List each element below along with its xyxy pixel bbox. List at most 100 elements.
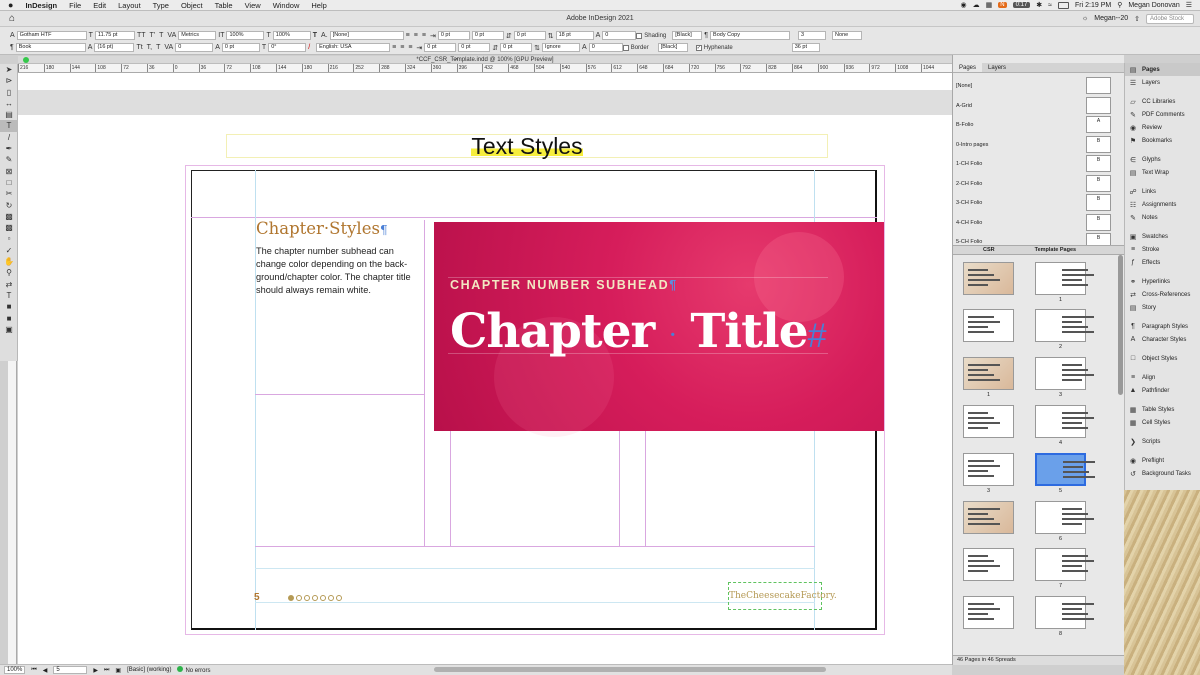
fill-stroke-swap-icon[interactable]: ⇄ — [0, 279, 18, 290]
rectangle-frame-tool-icon[interactable]: ⊠ — [0, 166, 18, 177]
panel-stroke[interactable]: ≡ Stroke — [1125, 243, 1200, 256]
panel-hyperlinks[interactable]: ⚭ Hyperlinks — [1125, 275, 1200, 288]
text-stroke-icon[interactable]: / — [306, 44, 312, 51]
tab-layers[interactable]: Layers — [982, 63, 1012, 72]
hyphenate-checkbox[interactable]: ✓ — [695, 44, 702, 51]
panel-scripts[interactable]: ❯ Scripts — [1125, 435, 1200, 448]
indent-left-field[interactable]: 0 pt — [437, 31, 470, 40]
bullets-field[interactable]: None — [832, 31, 863, 40]
panel-layers[interactable]: ☰ Layers — [1125, 76, 1200, 89]
csr-column-label[interactable]: CSR — [983, 246, 995, 254]
last-page-icon[interactable]: ⏭ — [104, 667, 109, 674]
rectangle-tool-icon[interactable]: □ — [0, 177, 18, 188]
lightbulb-icon[interactable]: ☼ — [1082, 15, 1088, 22]
baseline-field[interactable]: 0 pt — [221, 43, 260, 52]
panel-glyphs[interactable]: ∈ Glyphs — [1125, 153, 1200, 166]
master-page-item[interactable]: [None] — [953, 75, 1125, 94]
page-thumbnail[interactable] — [1035, 453, 1095, 486]
page-thumbnail[interactable] — [1035, 262, 1094, 295]
master-page-thumb[interactable]: B — [1086, 135, 1111, 153]
grid-icon[interactable]: ▦ — [986, 1, 993, 9]
justify-spine-icon[interactable]: ≡ — [406, 44, 414, 51]
menu-file[interactable]: File — [63, 0, 87, 11]
tab-pages[interactable]: Pages — [953, 63, 983, 72]
underline-icon[interactable]: T — [157, 32, 165, 39]
first-page-icon[interactable]: ⏮ — [31, 667, 36, 674]
panel-cell-styles[interactable]: ▦ Cell Styles — [1125, 416, 1200, 429]
panel-swatches[interactable]: ▣ Swatches — [1125, 230, 1200, 243]
align-center-icon[interactable]: ≡ — [412, 32, 420, 39]
menu-object[interactable]: Object — [175, 0, 209, 11]
panel-pdf-comments[interactable]: ✎ PDF Comments — [1125, 108, 1200, 121]
strikethrough-icon[interactable]: T — [154, 44, 162, 51]
prev-page-icon[interactable]: ◀ — [43, 667, 48, 674]
panel-cc-libraries[interactable]: ▱ CC Libraries — [1125, 95, 1200, 108]
char-formatting-icon[interactable]: A — [8, 32, 17, 39]
panel-assignments[interactable]: ☷ Assignments — [1125, 198, 1200, 211]
screen-mode-icon[interactable]: ▣ — [0, 324, 18, 335]
search-icon[interactable]: ⚲ — [1117, 1, 1122, 9]
bluetooth-icon[interactable]: ✱ — [1036, 1, 1042, 9]
chapter-styles-heading[interactable]: Chapter·Styles¶ — [256, 219, 388, 238]
free-transform-tool-icon[interactable]: ↻ — [0, 200, 18, 211]
panel-bookmarks[interactable]: ⚑ Bookmarks — [1125, 134, 1200, 147]
chapter-number-subhead[interactable]: CHAPTER NUMBER SUBHEAD¶ — [450, 278, 678, 292]
pen-tool-icon[interactable]: ✒ — [0, 143, 18, 154]
page-thumbnail[interactable] — [1035, 357, 1094, 390]
pages-scrollbar[interactable] — [1118, 255, 1123, 395]
master-page-item[interactable]: 1-CH Folio B — [953, 153, 1125, 172]
direct-selection-tool-icon[interactable]: ⊳ — [0, 75, 18, 86]
master-page-item[interactable]: B-Folio A — [953, 114, 1125, 133]
eyedropper-tool-icon[interactable]: ✓ — [0, 245, 18, 256]
space-after-field[interactable]: 0 pt — [500, 43, 533, 52]
page-thumbnail[interactable] — [1035, 596, 1094, 629]
text-styles-heading[interactable]: Text Styles — [226, 133, 828, 159]
preflight-status[interactable]: No errors — [177, 666, 210, 674]
panel-preflight[interactable]: ◉ Preflight — [1125, 454, 1200, 467]
page-thumbnail[interactable] — [963, 405, 1014, 438]
tracking-field[interactable]: 0 — [175, 43, 214, 52]
menu-layout[interactable]: Layout — [112, 0, 147, 11]
language-field[interactable]: English: USA — [316, 43, 391, 52]
window-close-dot[interactable] — [23, 57, 29, 63]
master-page-thumb[interactable]: B — [1086, 174, 1111, 192]
page-thumbnail[interactable] — [1035, 309, 1094, 342]
battery-icon[interactable] — [1058, 1, 1070, 9]
shading-checkbox[interactable] — [636, 32, 643, 39]
chapter-hero-image[interactable]: CHAPTER NUMBER SUBHEAD¶ Chapter · Title# — [434, 222, 884, 437]
justify-all-icon[interactable]: ≡ — [398, 44, 406, 51]
note-tool-icon[interactable]: ▫ — [0, 233, 18, 244]
line-tool-icon[interactable]: / — [0, 132, 18, 143]
page-thumbnail[interactable] — [963, 262, 1014, 295]
leading2-field[interactable]: 18 pt — [555, 31, 594, 40]
panel-notes[interactable]: ✎ Notes — [1125, 211, 1200, 224]
clock[interactable]: Fri 2:19 PM — [1075, 2, 1111, 9]
page-thumbnail[interactable] — [1035, 501, 1094, 534]
gradient-swatch-tool-icon[interactable]: ▩ — [0, 211, 18, 222]
small-caps-icon[interactable]: Tt — [134, 44, 144, 51]
gap-tool-icon[interactable]: ↔ — [0, 98, 18, 109]
char-style-field[interactable]: [None] — [329, 31, 404, 40]
panel-effects[interactable]: ƒ Effects — [1125, 256, 1200, 269]
pencil-tool-icon[interactable]: ✎ — [0, 154, 18, 165]
menu-edit[interactable]: Edit — [87, 0, 112, 11]
app-menu[interactable]: InDesign — [19, 0, 63, 11]
master-page-thumb[interactable] — [1086, 77, 1111, 94]
chapter-title[interactable]: Chapter · Title# — [450, 304, 827, 359]
indent-right-field[interactable]: 0 pt — [471, 31, 504, 40]
home-icon[interactable]: ⌂ — [0, 13, 24, 24]
next-page-icon[interactable]: ▶ — [93, 667, 98, 674]
hscale-field[interactable]: 100% — [272, 31, 311, 40]
vertical-ruler[interactable] — [8, 361, 17, 664]
subscript-icon[interactable]: T, — [145, 44, 154, 51]
panel-character-styles[interactable]: A Character Styles — [1125, 333, 1200, 346]
page-thumbnail[interactable] — [963, 357, 1014, 390]
content-collector-icon[interactable]: ▤ — [0, 109, 18, 120]
kerning-field[interactable]: Metrics — [178, 31, 217, 40]
panel-paragraph-styles[interactable]: ¶ Paragraph Styles — [1125, 320, 1200, 333]
template-pages-column-label[interactable]: Template Pages — [1035, 246, 1076, 254]
page-field[interactable]: 5 — [53, 666, 88, 674]
align-right-icon[interactable]: ≡ — [420, 32, 428, 39]
panel-align[interactable]: ≡ Align — [1125, 371, 1200, 384]
master-page-thumb[interactable]: B — [1086, 155, 1111, 172]
